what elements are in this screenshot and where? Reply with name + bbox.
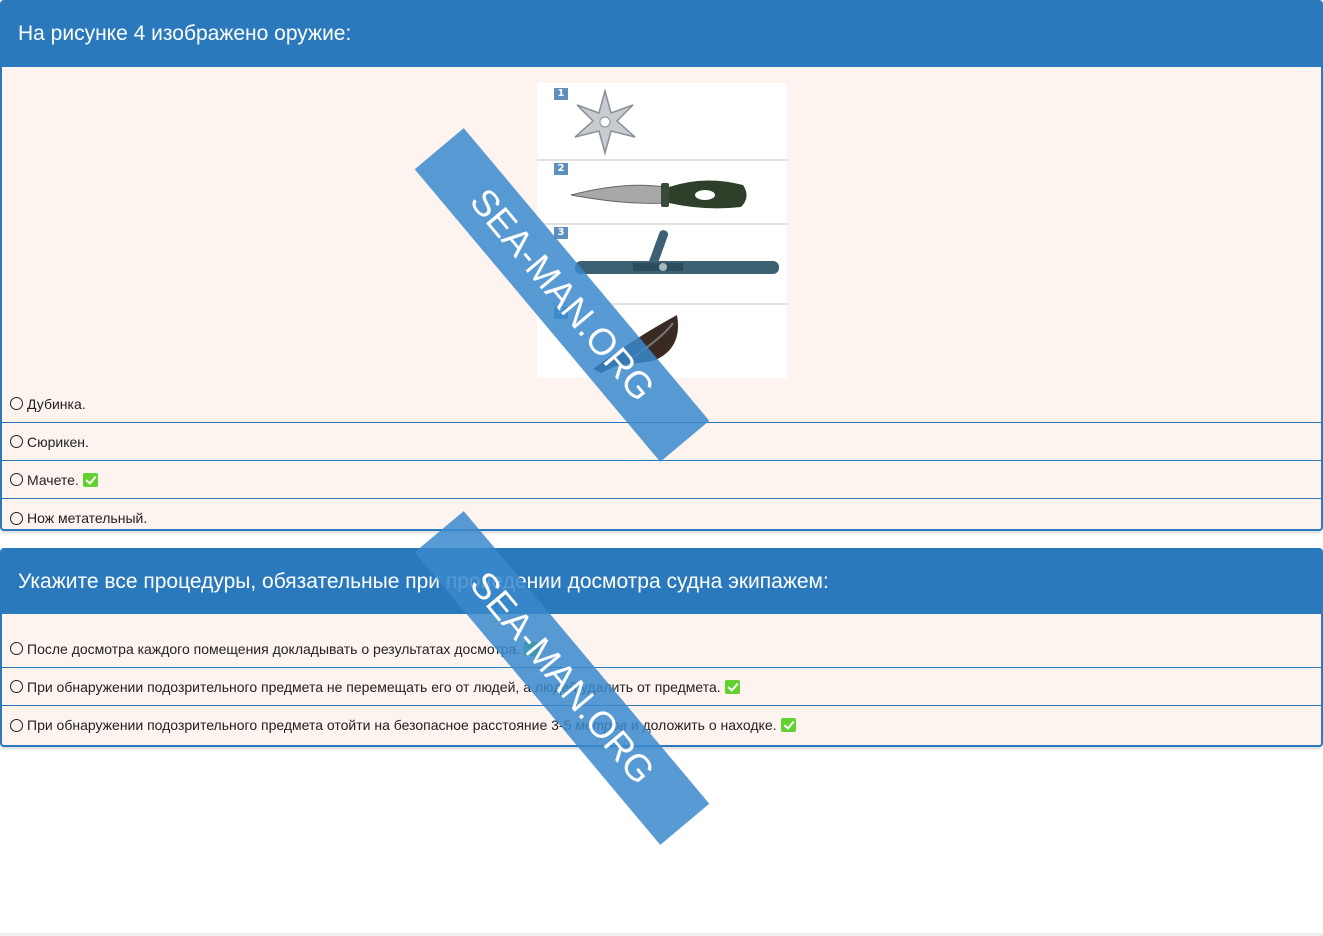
question-card-2: Укажите все процедуры, обязательные при … bbox=[0, 548, 1323, 747]
radio-button[interactable] bbox=[10, 473, 23, 486]
answer-label: Нож метательный. bbox=[27, 510, 148, 526]
figure-number: 4 bbox=[554, 307, 568, 319]
shuriken-icon bbox=[574, 88, 636, 156]
correct-check-icon bbox=[524, 641, 540, 656]
figure-number: 3 bbox=[554, 227, 568, 239]
figure-item-2: 2 bbox=[537, 161, 787, 225]
question-card-1: На рисунке 4 изображено оружие: 1 2 3 4 … bbox=[0, 0, 1323, 531]
figure-item-4: 4 bbox=[537, 305, 787, 378]
question-title: На рисунке 4 изображено оружие: bbox=[18, 22, 352, 45]
answer-option[interactable]: При обнаружении подозрительного предмета… bbox=[2, 706, 1321, 744]
correct-check-icon bbox=[724, 679, 740, 694]
figure-item-3: 3 bbox=[537, 225, 787, 305]
machete-icon bbox=[593, 315, 678, 373]
answer-option[interactable]: Дубинка. bbox=[2, 385, 1321, 423]
radio-button[interactable] bbox=[10, 680, 23, 693]
answer-option[interactable]: Нож метательный. bbox=[2, 499, 1321, 529]
figure-item-1: 1 bbox=[537, 85, 787, 161]
answer-option[interactable]: Сюрикен. bbox=[2, 423, 1321, 461]
answer-label: После досмотра каждого помещения доклады… bbox=[27, 640, 521, 657]
correct-check-icon bbox=[780, 718, 796, 732]
question-title: Укажите все процедуры, обязательные при … bbox=[18, 569, 829, 593]
radio-button[interactable] bbox=[10, 718, 23, 732]
question-figure-area: 1 2 3 4 bbox=[2, 67, 1321, 385]
weapons-figure: 1 2 3 4 bbox=[537, 83, 787, 378]
answer-label: Сюрикен. bbox=[27, 433, 89, 450]
answer-option[interactable]: При обнаружении подозрительного предмета… bbox=[2, 668, 1321, 706]
question-header: На рисунке 4 изображено оружие: bbox=[2, 2, 1321, 67]
radio-button[interactable] bbox=[10, 511, 23, 525]
radio-button[interactable] bbox=[10, 397, 23, 410]
question-header: Укажите все процедуры, обязательные при … bbox=[2, 550, 1321, 614]
answer-label: Мачете. bbox=[27, 471, 79, 488]
radio-button[interactable] bbox=[10, 435, 23, 448]
knife-icon bbox=[570, 180, 747, 209]
baton-icon bbox=[575, 230, 779, 274]
correct-check-icon bbox=[82, 472, 98, 487]
answer-label: Дубинка. bbox=[27, 395, 86, 412]
answer-option[interactable]: Мачете. bbox=[2, 461, 1321, 499]
answer-label: При обнаружении подозрительного предмета… bbox=[27, 717, 777, 733]
answer-label: При обнаружении подозрительного предмета… bbox=[27, 678, 721, 695]
radio-button[interactable] bbox=[10, 642, 23, 655]
answer-option[interactable]: После досмотра каждого помещения доклады… bbox=[2, 630, 1321, 668]
